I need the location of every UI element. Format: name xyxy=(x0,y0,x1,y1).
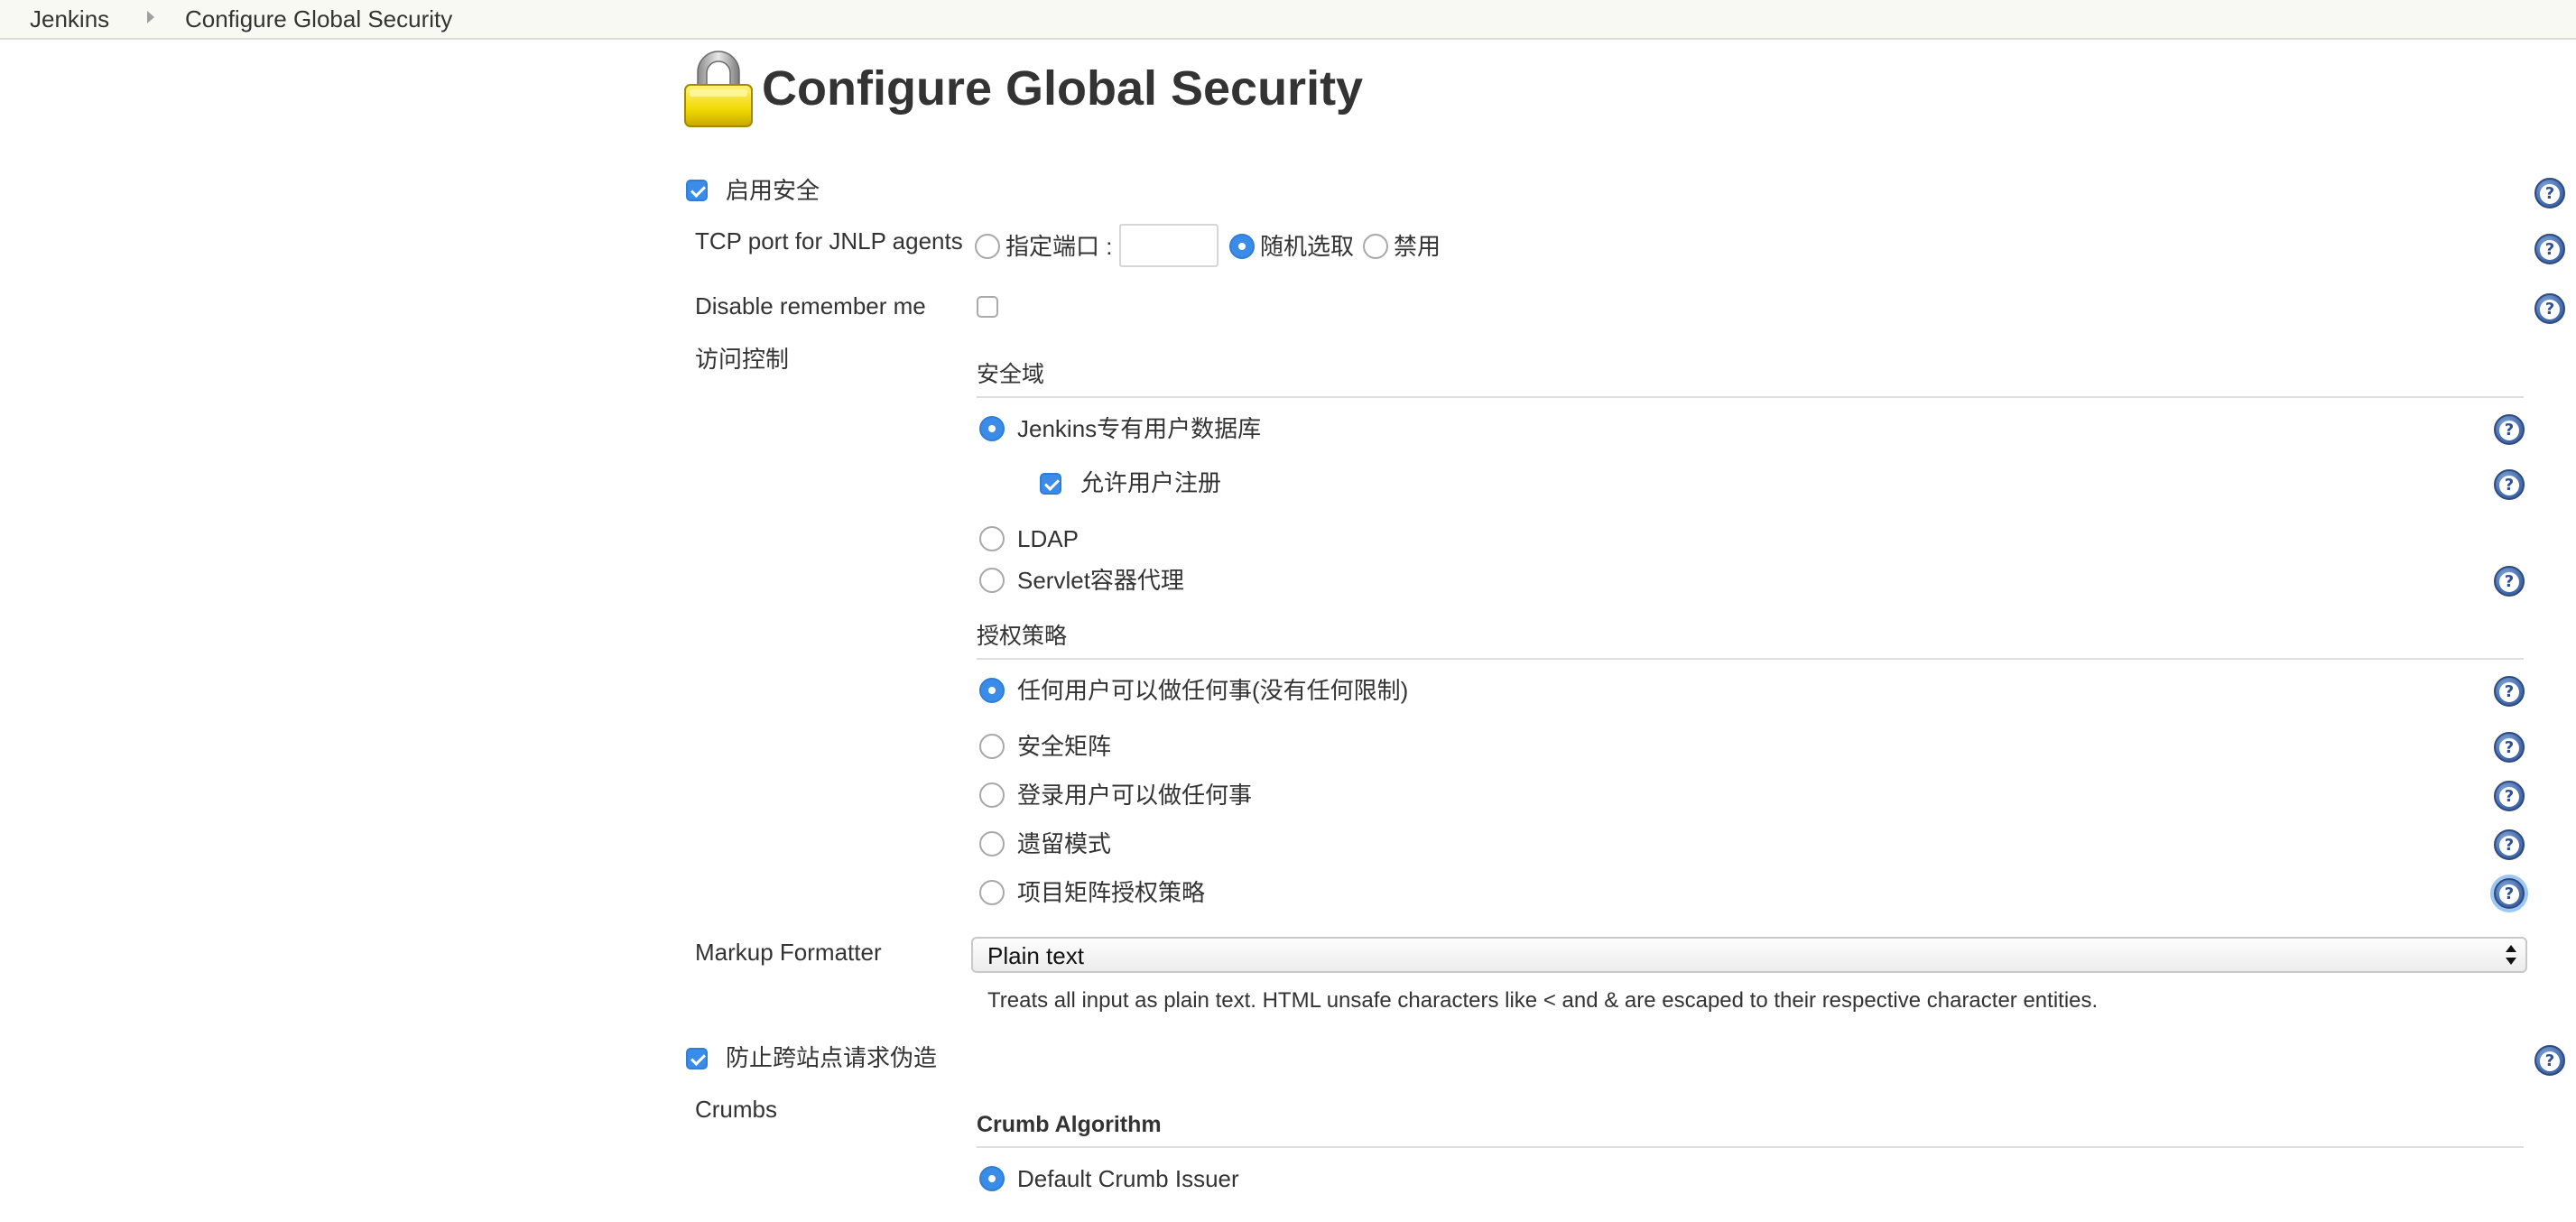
access-control-label: 访问控制 xyxy=(695,346,790,373)
help-icon[interactable]: ? xyxy=(2494,414,2525,445)
section-divider xyxy=(977,396,2524,398)
markup-formatter-value: Plain text xyxy=(987,942,1084,969)
tcp-port-label: TCP port for JNLP agents xyxy=(695,227,963,255)
auth-project-matrix-radio[interactable] xyxy=(979,880,1005,905)
markup-formatter-label: Markup Formatter xyxy=(695,939,882,966)
breadcrumb-item-jenkins[interactable]: Jenkins xyxy=(30,4,109,34)
auth-anyone-label: 任何用户可以做任何事(没有任何限制) xyxy=(1017,677,1409,704)
markup-formatter-description: Treats all input as plain text. HTML uns… xyxy=(987,988,2099,1013)
crumbs-label: Crumbs xyxy=(695,1096,778,1123)
help-icon[interactable]: ? xyxy=(2534,1045,2565,1076)
section-divider xyxy=(977,658,2524,660)
auth-matrix-label: 安全矩阵 xyxy=(1017,733,1112,760)
help-icon[interactable]: ? xyxy=(2494,732,2525,763)
auth-project-matrix-label: 项目矩阵授权策略 xyxy=(1017,879,1206,906)
realm-jenkins-db-radio[interactable] xyxy=(979,416,1005,441)
allow-signup-label: 允许用户注册 xyxy=(1080,469,1222,496)
auth-legacy-radio[interactable] xyxy=(979,831,1005,856)
auth-legacy-label: 遗留模式 xyxy=(1017,830,1112,857)
lock-icon xyxy=(684,51,753,127)
enable-security-checkbox[interactable] xyxy=(686,180,708,201)
realm-servlet-label: Servlet容器代理 xyxy=(1017,567,1184,594)
breadcrumb-separator-icon[interactable] xyxy=(147,11,154,23)
help-icon[interactable]: ? xyxy=(2494,829,2525,860)
security-realm-title: 安全域 xyxy=(977,362,1045,387)
allow-signup-checkbox[interactable] xyxy=(1040,473,1061,495)
help-icon[interactable]: ? xyxy=(2494,781,2525,811)
page-title: Configure Global Security xyxy=(762,61,1364,116)
help-icon[interactable]: ? xyxy=(2494,469,2525,500)
help-icon[interactable]: ? xyxy=(2534,234,2565,264)
crumb-algorithm-title: Crumb Algorithm xyxy=(977,1112,1162,1137)
csrf-label: 防止跨站点请求伪造 xyxy=(726,1044,938,1071)
crumb-default-issuer-label: Default Crumb Issuer xyxy=(1017,1165,1239,1192)
markup-formatter-select[interactable]: Plain text xyxy=(971,937,2527,973)
tcp-port-fixed-label: 指定端口 : xyxy=(1005,233,1113,260)
tcp-port-disable-radio[interactable] xyxy=(1363,234,1388,259)
breadcrumb: Jenkins Configure Global Security xyxy=(0,0,2576,40)
disable-remember-me-label: Disable remember me xyxy=(695,292,926,319)
tcp-port-fixed-radio[interactable] xyxy=(975,234,1000,259)
help-icon[interactable]: ? xyxy=(2494,878,2525,909)
enable-security-label: 启用安全 xyxy=(726,177,820,204)
realm-jenkins-db-label: Jenkins专有用户数据库 xyxy=(1017,415,1262,442)
auth-logged-in-radio[interactable] xyxy=(979,782,1005,808)
authorization-title: 授权策略 xyxy=(977,624,1068,649)
tcp-port-random-radio[interactable] xyxy=(1229,234,1255,259)
tcp-port-random-label: 随机选取 xyxy=(1260,233,1355,260)
realm-servlet-radio[interactable] xyxy=(979,568,1005,593)
csrf-checkbox[interactable] xyxy=(686,1048,708,1069)
tcp-port-disable-label: 禁用 xyxy=(1394,233,1441,260)
tcp-port-input[interactable] xyxy=(1119,224,1219,267)
auth-matrix-radio[interactable] xyxy=(979,734,1005,759)
realm-ldap-label: LDAP xyxy=(1017,525,1079,552)
help-icon[interactable]: ? xyxy=(2494,676,2525,707)
disable-remember-me-checkbox[interactable] xyxy=(977,296,998,318)
section-divider xyxy=(977,1146,2524,1148)
help-icon[interactable]: ? xyxy=(2534,293,2565,324)
auth-logged-in-label: 登录用户可以做任何事 xyxy=(1017,782,1253,809)
help-icon[interactable]: ? xyxy=(2534,178,2565,208)
breadcrumb-item-configure-global-security[interactable]: Configure Global Security xyxy=(185,4,452,34)
realm-ldap-radio[interactable] xyxy=(979,526,1005,551)
crumb-default-issuer-radio[interactable] xyxy=(979,1166,1005,1191)
help-icon[interactable]: ? xyxy=(2494,566,2525,597)
auth-anyone-radio[interactable] xyxy=(979,678,1005,703)
select-arrows-icon xyxy=(2506,945,2516,965)
